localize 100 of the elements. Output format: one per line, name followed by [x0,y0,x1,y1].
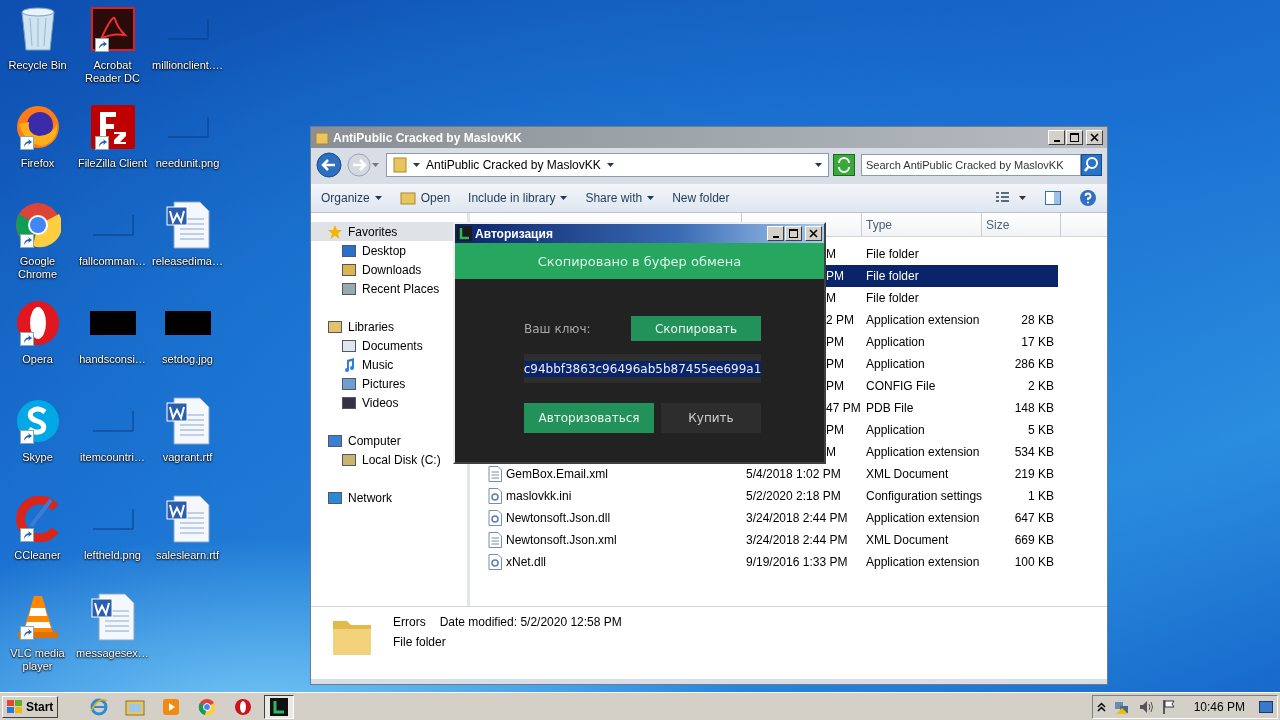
maximize-button[interactable] [1066,130,1083,145]
file-date: 3/24/2018 2:44 PM [746,511,848,525]
address-bar[interactable]: AntiPublic Cracked by MaslovKK [386,153,829,177]
desktop-icon[interactable]: CCleaner [0,494,75,592]
document-icon [341,337,357,354]
file-row[interactable]: GemBox.Email.xml 5/4/2018 1:02 PM XML Document 219 KB [486,463,1058,485]
help-icon[interactable] [1079,189,1097,207]
opera-icon [234,697,253,716]
desktop-icon[interactable]: Firefox [0,102,75,200]
text-file-icon [488,466,502,482]
maximize-button[interactable] [785,226,802,241]
file-type: Application extension [866,313,980,327]
word-document-icon [90,593,135,641]
toolbar-button[interactable]: Include in library [468,191,568,205]
app-icon [457,226,472,241]
desktop-icon[interactable]: itemcountri… [75,396,150,494]
nav-item[interactable]: Computer [311,431,463,450]
nav-item[interactable]: Libraries [311,317,463,336]
icon-label: saleslearn.rtf [155,549,220,562]
key-field[interactable]: c94bbf3863c96496ab5b87455ee699a1 [524,354,761,383]
file-date: 5/4/2018 1:02 PM [746,467,841,481]
desktop-icon[interactable]: handsconsi… [75,298,150,396]
desktop-icon[interactable]: millionclient.… [150,4,225,102]
gear-file-icon [488,510,502,526]
drive-icon [341,451,357,468]
start-button[interactable]: Start [2,695,59,718]
icon-label: FileZilla Client [76,157,149,170]
file-name: GemBox.Email.xml [506,467,609,481]
desktop-icon[interactable]: Opera [0,298,75,396]
file-type: PDB File [866,401,914,415]
preview-pane-button[interactable] [1045,191,1061,205]
file-date: 2 PM [826,313,854,327]
desktop-icon[interactable]: fallcomman… [75,200,150,298]
play-icon [162,697,181,716]
chevron-up-icon[interactable] [1096,701,1106,712]
nav-item[interactable]: Documents [311,336,463,355]
nav-item[interactable]: Pictures [311,374,463,393]
icon-label: setdog.jpg [161,353,214,366]
close-button[interactable] [1086,130,1103,145]
word-document-icon [165,397,210,445]
toolbar-button[interactable]: New folder [672,191,730,205]
toolbar-button[interactable]: Organize [321,191,382,205]
filezilla-icon [89,104,136,150]
thumbnail-icon [90,507,135,531]
desktop-icon[interactable]: vagrant.rtf [150,396,225,494]
view-options-button[interactable] [995,191,1027,205]
nav-item[interactable]: Videos [311,393,463,412]
desktop-icon[interactable]: Skype [0,396,75,494]
file-size: 28 KB [1021,313,1054,327]
nav-item[interactable]: Local Disk (C:) [311,450,463,469]
buy-button[interactable]: Купить [661,403,761,433]
settings-file-icon [488,488,502,504]
column-header[interactable]: Size [982,213,1061,236]
desktop-icon[interactable]: releasedima… [150,200,225,298]
icon-label: messagesex… [75,647,150,660]
minimize-button[interactable] [1048,130,1065,145]
file-date: PM [826,335,844,349]
desktop-icon[interactable]: needunit.png [150,102,225,200]
desktop-icon[interactable]: leftheld.png [75,494,150,592]
toolbar-button[interactable]: Open [399,191,451,205]
file-type: File folder [866,269,919,283]
desktop-icon[interactable]: Acrobat Reader DC [75,4,150,102]
file-type: Application extension [866,445,980,459]
icon-label: releasedima… [151,255,224,268]
desktop-icon[interactable]: saleslearn.rtf [150,494,225,592]
desktop-icon[interactable]: Google Chrome [0,200,75,298]
file-type: XML Document [866,533,949,547]
search-button[interactable] [1081,154,1102,176]
file-row[interactable]: Newtonsoft.Json.xml 3/24/2018 2:44 PM XML Document 669 KB [486,529,1058,551]
nav-item[interactable]: Network [311,488,463,507]
toolbar-button[interactable]: Share with [585,191,655,205]
back-button[interactable] [316,152,342,178]
taskbar-app-button[interactable] [264,694,295,719]
icon-label: vagrant.rtf [161,451,214,464]
minimize-button[interactable] [767,226,784,241]
nav-item[interactable]: Recent Places [311,279,463,298]
file-name: maslovkk.ini [506,489,572,503]
dropdown-caret-icon [560,196,568,200]
show-desktop-icon[interactable] [1259,700,1273,713]
column-header[interactable]: Type [862,213,982,236]
nav-item[interactable]: Music [311,355,463,374]
text-file-icon [488,532,502,548]
copy-button[interactable]: Скопировать [631,316,761,341]
desktop-icon[interactable]: Recycle Bin [0,4,75,102]
file-row[interactable]: maslovkk.ini 5/2/2020 2:18 PM Configuration settings 1 KB [486,485,1058,507]
clock[interactable]: 10:46 PM [1193,699,1245,714]
file-type: Configuration settings [866,489,983,503]
file-row[interactable]: xNet.dll 9/19/2016 1:33 PM Application extension 100 KB [486,551,1058,573]
close-button[interactable] [805,226,822,241]
desktop-icon[interactable]: FileZilla Client [75,102,150,200]
dropdown-caret-icon [374,196,382,200]
flag-icon[interactable] [1161,698,1176,715]
maximize-icon [789,229,798,238]
search-field[interactable]: Search AntiPublic Cracked by MaslovKK [861,154,1081,176]
file-size: 100 KB [1014,555,1054,569]
file-row[interactable]: Newtonsoft.Json.dll 3/24/2018 2:44 PM Application extension 647 KB [486,507,1058,529]
refresh-button[interactable] [833,154,855,176]
authorize-button[interactable]: Авторизоваться [524,403,654,433]
computer-icon [327,432,343,449]
desktop-icon[interactable]: setdog.jpg [150,298,225,396]
